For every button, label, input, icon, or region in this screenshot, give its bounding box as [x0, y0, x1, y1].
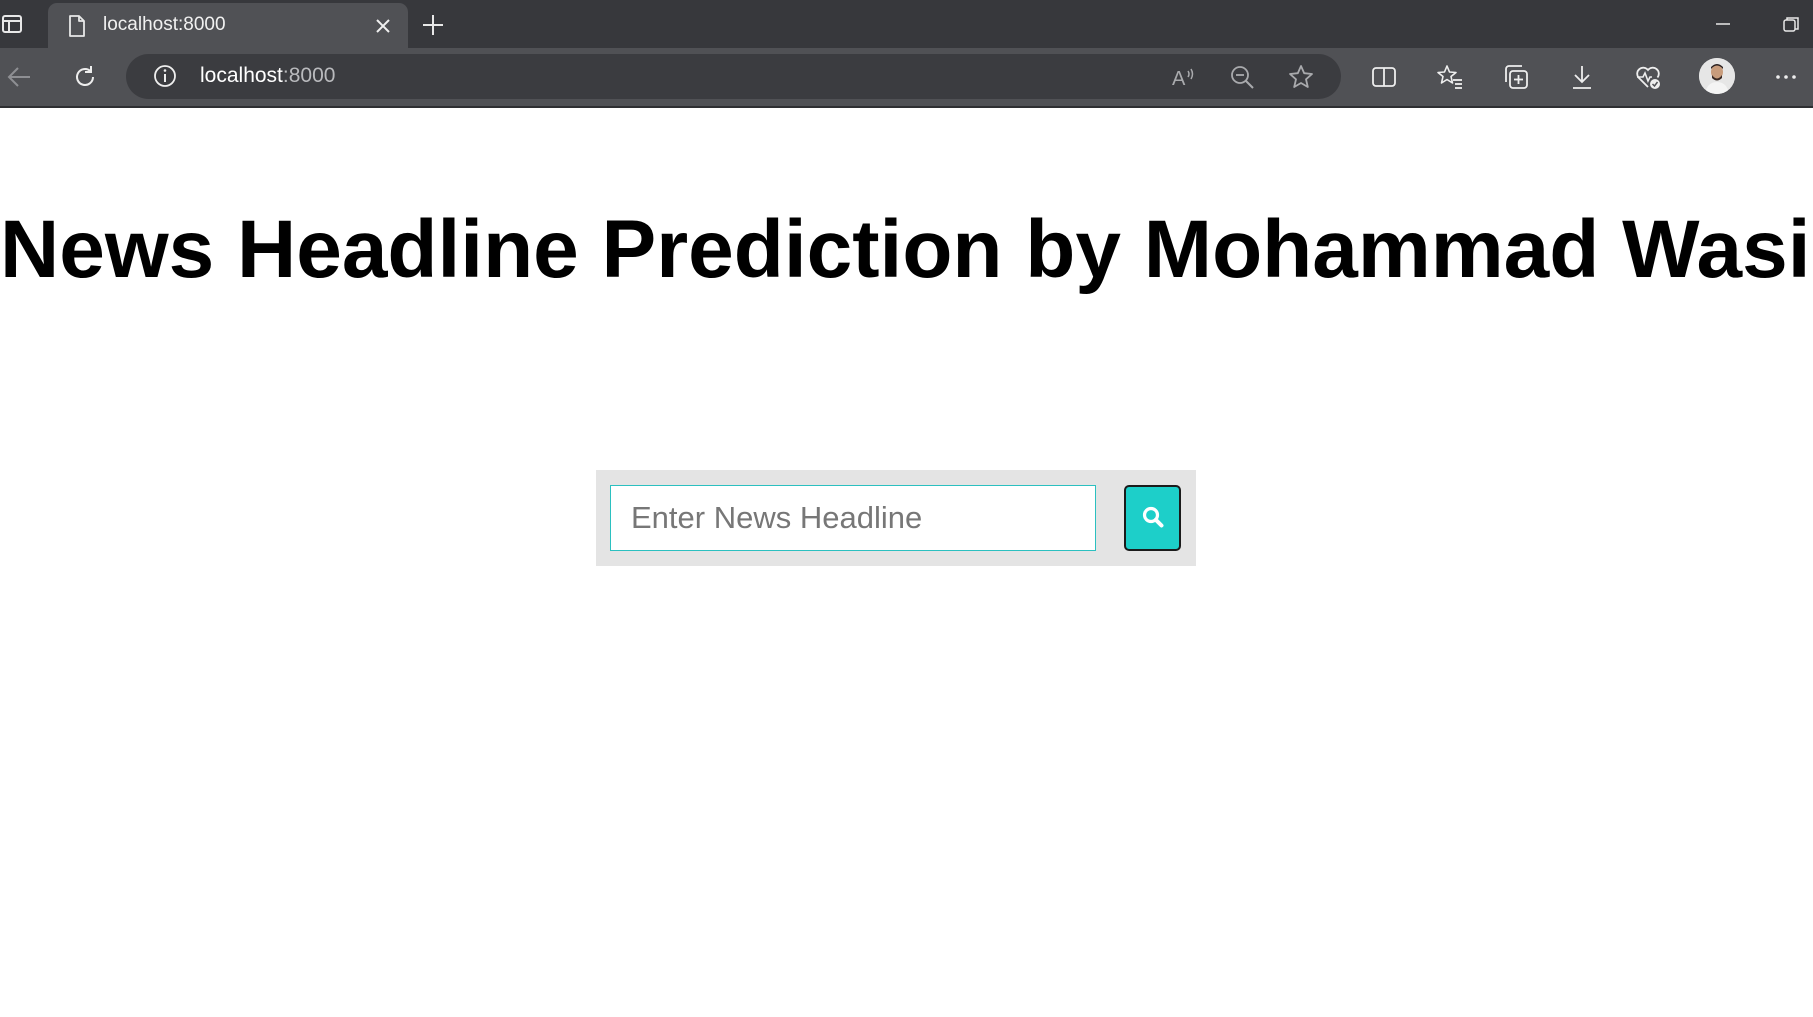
back-arrow-icon[interactable]	[4, 62, 34, 92]
url-text[interactable]: localhost:8000	[200, 64, 335, 88]
zoom-out-icon[interactable]	[1227, 62, 1257, 92]
search-panel	[596, 470, 1196, 566]
plus-icon[interactable]	[420, 12, 446, 38]
address-bar[interactable]: localhost:8000 A	[126, 54, 1341, 99]
tab-title: localhost:8000	[103, 14, 226, 35]
refresh-icon[interactable]	[70, 62, 100, 92]
tab-actions-icon[interactable]	[0, 12, 24, 36]
url-host: localhost	[200, 64, 283, 87]
more-icon[interactable]	[1771, 62, 1801, 92]
favorites-list-icon[interactable]	[1435, 62, 1465, 92]
browser-toolbar: localhost:8000 A	[0, 48, 1813, 108]
collections-icon[interactable]	[1501, 62, 1531, 92]
browser-tab-active[interactable]: localhost:8000	[48, 3, 408, 48]
search-button[interactable]	[1124, 485, 1181, 551]
svg-text:A: A	[1172, 68, 1186, 90]
download-icon[interactable]	[1567, 62, 1597, 92]
star-icon[interactable]	[1286, 62, 1316, 92]
search-icon	[1140, 504, 1166, 533]
close-icon[interactable]	[373, 16, 393, 36]
avatar[interactable]	[1699, 58, 1735, 94]
read-aloud-icon[interactable]: A	[1168, 62, 1198, 92]
page-title: News Headline Prediction by Mohammad Was…	[0, 204, 1813, 295]
headline-input[interactable]	[610, 485, 1096, 551]
info-icon[interactable]	[152, 63, 178, 89]
browser-tab-strip: localhost:8000	[0, 0, 1813, 48]
url-port: :8000	[282, 64, 336, 87]
page-icon	[66, 14, 88, 38]
heart-pulse-icon[interactable]	[1633, 62, 1663, 92]
minimize-icon[interactable]	[1712, 14, 1734, 34]
restore-icon[interactable]	[1780, 14, 1802, 34]
split-screen-icon[interactable]	[1369, 62, 1399, 92]
